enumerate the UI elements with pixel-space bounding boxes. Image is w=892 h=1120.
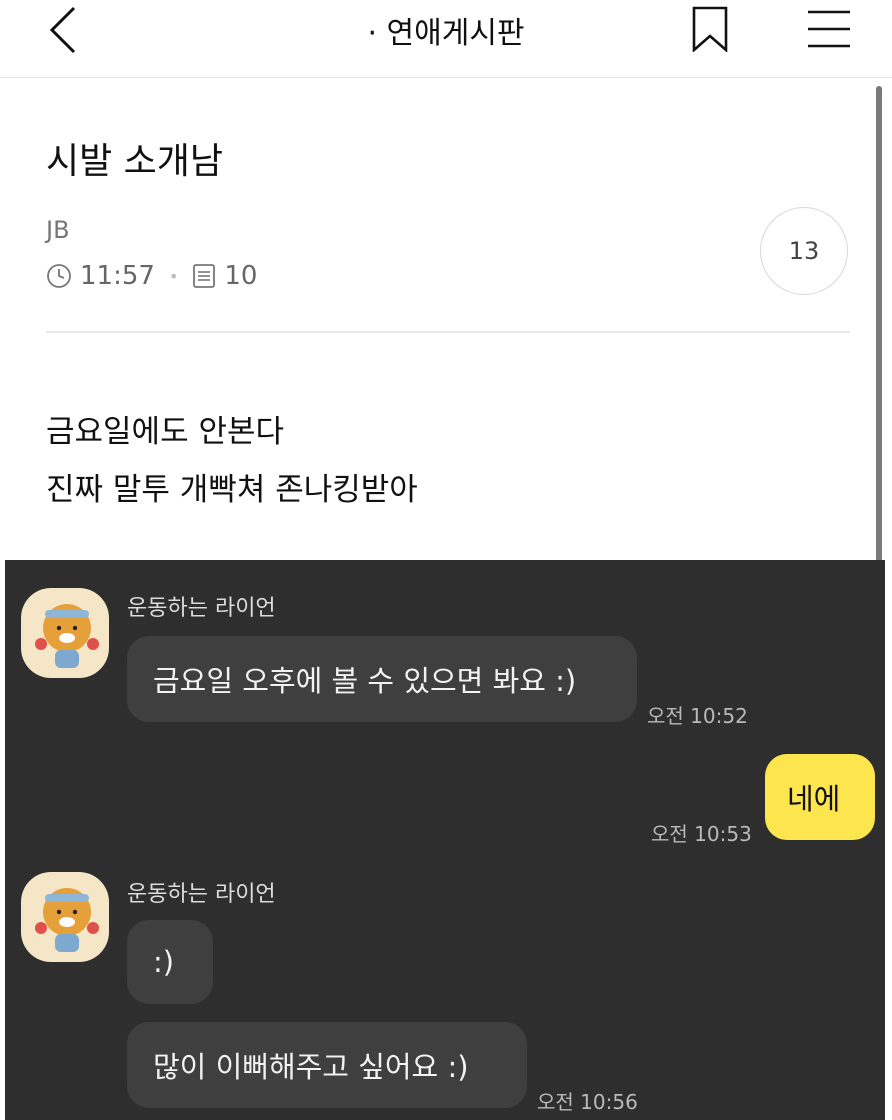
post-body-line: 금요일에도 안본다 [46,414,285,450]
post-body-line: 진짜 말투 개빡쳐 존나킹받아 [46,472,418,508]
outgoing-message: 네에 [765,754,875,840]
lion-character-icon [35,888,99,952]
comment-count-button[interactable]: 13 [760,207,848,295]
incoming-message: :) [127,920,213,1004]
incoming-message: 많이 이뻐해주고 싶어요 :) [127,1022,527,1108]
avatar [21,872,109,962]
board-title: · 연애게시판 [367,16,525,51]
top-bar: · 연애게시판 [0,0,892,78]
message-time: 오전 10:56 [537,1090,638,1114]
message-time: 오전 10:53 [651,822,752,846]
bookmark-icon[interactable] [690,6,730,52]
sender-name: 운동하는 라이언 [127,596,276,621]
avatar [21,588,109,678]
incoming-message: 금요일 오후에 볼 수 있으면 봐요 :) [127,636,637,722]
post-title: 시발 소개남 [46,141,224,182]
chat-screenshot: 운동하는 라이언 금요일 오후에 볼 수 있으면 봐요 :) 오전 10:52 … [5,560,885,1120]
meta-separator: • [168,266,179,286]
post-time: 11:57 [80,261,155,291]
hamburger-menu-icon[interactable] [806,8,852,50]
post-views: 10 [224,261,258,291]
divider [46,331,850,333]
post-meta: 11:57 • 10 [46,258,257,294]
message-time: 오전 10:52 [647,704,748,728]
lion-character-icon [35,604,99,668]
sender-name: 운동하는 라이언 [127,882,276,907]
clock-icon [47,264,71,288]
post-author[interactable]: JB [46,216,70,244]
document-icon [193,264,216,288]
